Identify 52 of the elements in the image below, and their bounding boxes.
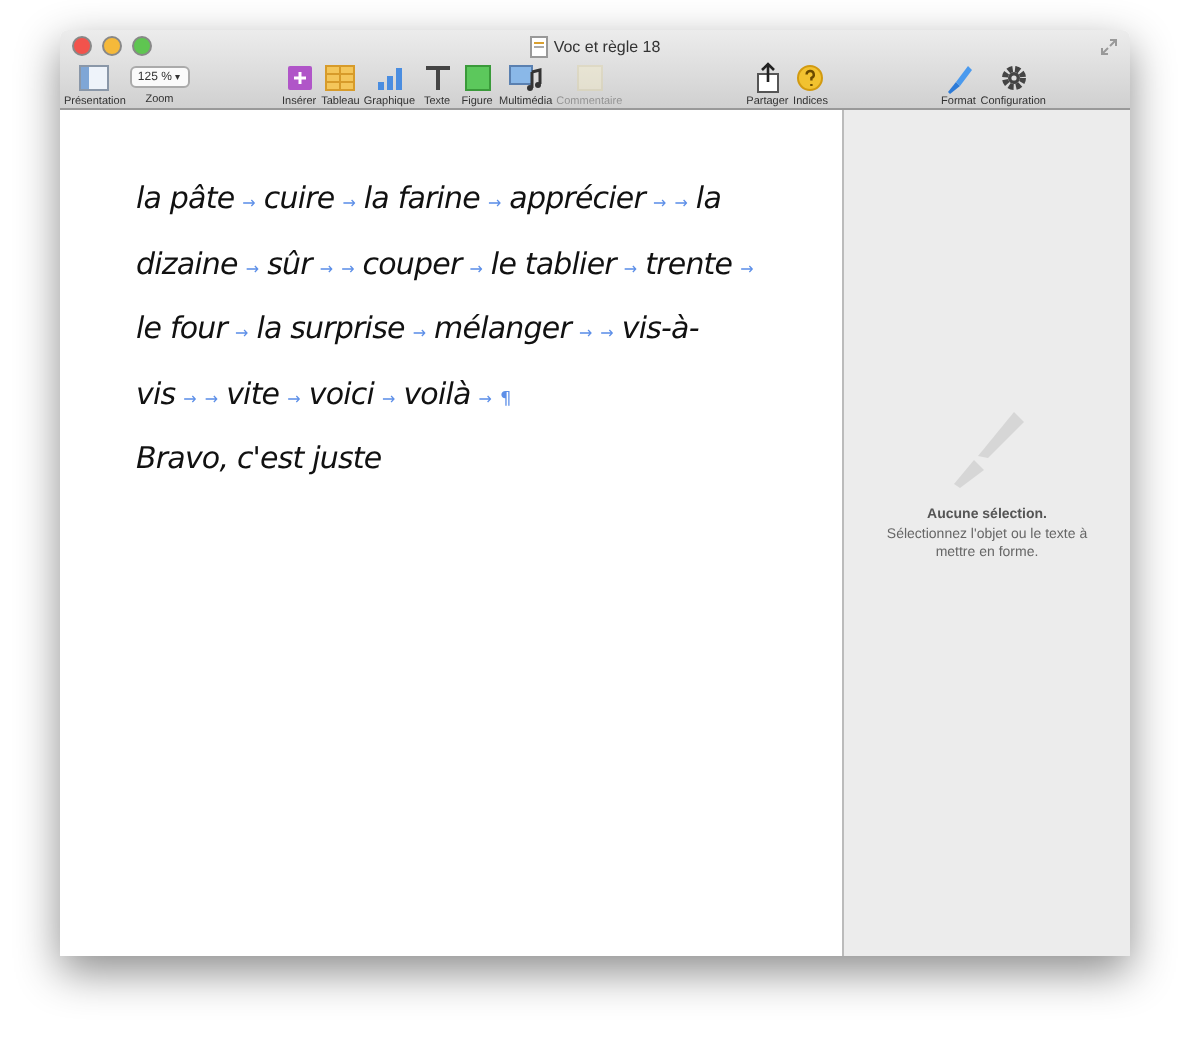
tab-mark: →	[242, 194, 256, 212]
tab-mark: →	[381, 389, 396, 407]
tab-mark: →	[653, 194, 667, 212]
tab-mark: →	[235, 324, 249, 342]
document-text: Bravo, c'est juste	[136, 440, 382, 476]
tab-mark: →	[674, 194, 688, 212]
tab-mark: →	[319, 259, 334, 277]
tips-icon	[792, 62, 829, 94]
document-text: voici	[308, 375, 374, 411]
media-icon	[507, 62, 544, 94]
shape-icon	[459, 62, 496, 94]
document-text: le tablier	[490, 245, 616, 281]
document-icon	[529, 35, 548, 57]
document-text: mélanger	[434, 310, 571, 346]
paragraph-mark: ¶	[499, 389, 512, 409]
document-text: vis-à-	[621, 310, 699, 346]
zoom-button[interactable]	[132, 36, 152, 56]
document-text: vis	[136, 375, 176, 411]
document-text: la surprise	[256, 310, 405, 346]
tab-mark: →	[341, 259, 355, 277]
document-text: apprécier	[509, 180, 646, 216]
tab-mark: →	[245, 259, 260, 277]
tab-mark: →	[287, 389, 301, 407]
document-text: trente	[645, 245, 733, 281]
document-text: dizaine	[136, 245, 238, 281]
tab-mark: →	[478, 389, 492, 407]
window-title: Voc et règle 18	[553, 37, 661, 55]
fullscreen-icon[interactable]	[1100, 37, 1118, 55]
comment-icon	[571, 62, 608, 94]
document-text: cuire	[263, 180, 335, 216]
tab-mark: →	[412, 324, 427, 342]
tab-mark: →	[578, 324, 593, 342]
table-icon	[322, 62, 359, 94]
document-text: vite	[226, 375, 280, 411]
document-text: sûr	[267, 245, 312, 281]
document-text: la pâte	[136, 180, 235, 216]
tab-mark: →	[600, 324, 614, 342]
close-button[interactable]	[72, 36, 92, 56]
tab-mark: →	[342, 194, 356, 212]
document-text: le four	[136, 310, 227, 346]
tab-mark: →	[487, 194, 502, 212]
tab-mark: →	[183, 389, 197, 407]
tab-mark: →	[623, 259, 638, 277]
view-icon	[76, 62, 113, 94]
document-text: couper	[362, 245, 462, 281]
tab-mark: →	[740, 259, 754, 277]
document-text: voilà	[403, 375, 471, 411]
document-text: la farine	[363, 180, 480, 216]
minimize-button[interactable]	[102, 36, 122, 56]
tab-mark: →	[204, 389, 219, 407]
document-text: la	[695, 180, 721, 216]
tab-mark: →	[469, 259, 483, 277]
